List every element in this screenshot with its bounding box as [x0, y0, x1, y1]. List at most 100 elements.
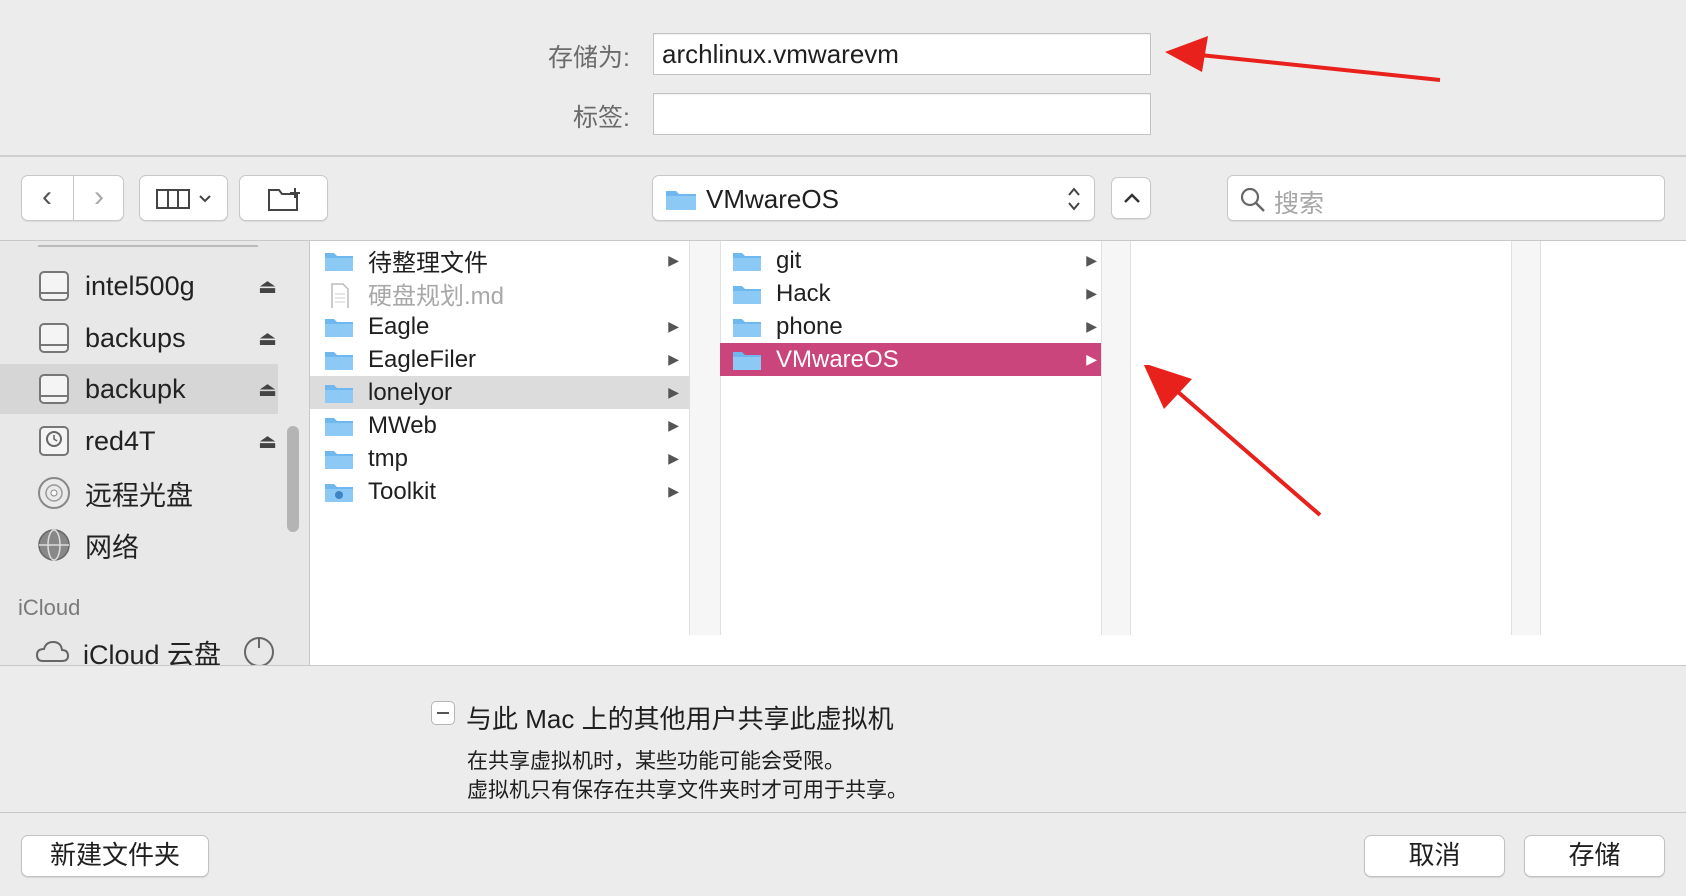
eject-icon[interactable]: ⏏	[258, 274, 277, 299]
share-checkbox[interactable]	[431, 701, 455, 725]
network-icon	[38, 529, 70, 561]
view-mode-button[interactable]	[139, 175, 228, 221]
folder-icon	[733, 318, 761, 337]
share-checkbox-label[interactable]: 与此 Mac 上的其他用户共享此虚拟机	[466, 699, 894, 736]
folder-icon	[325, 351, 353, 370]
share-note-line-2: 虚拟机只有保存在共享文件夹时才可用于共享。	[467, 779, 908, 802]
sidebar-item-label: backupk	[85, 373, 186, 404]
folder-icon	[325, 450, 353, 469]
sidebar-item-label: 网络	[85, 532, 139, 563]
item-label: EagleFiler	[368, 345, 477, 373]
list-item[interactable]: git ▶	[720, 244, 1101, 277]
list-item[interactable]: phone ▶	[720, 310, 1101, 343]
column-divider	[689, 241, 721, 635]
disclosure-arrow-icon: ▶	[668, 483, 679, 499]
bottom-divider	[0, 812, 1686, 813]
item-label: 待整理文件	[368, 250, 488, 277]
list-item[interactable]: 硬盘规划.md	[310, 277, 689, 310]
forward-button[interactable]: ›	[74, 177, 124, 217]
list-item[interactable]: tmp ▶	[310, 442, 689, 475]
folder-icon	[666, 191, 696, 210]
disclosure-arrow-icon: ▶	[668, 417, 679, 433]
item-label: 硬盘规划.md	[368, 283, 505, 310]
list-item[interactable]: Toolkit ▶	[310, 475, 689, 508]
sidebar-scrollbar[interactable]	[287, 426, 299, 532]
disclosure-arrow-icon: ▶	[668, 351, 679, 367]
new-folder-button[interactable]: 新建文件夹	[21, 835, 209, 877]
sidebar-item-red4t[interactable]: red4T ⏏	[37, 415, 277, 467]
disclosure-arrow-icon: ▶	[668, 252, 679, 268]
new-folder-toolbar-button[interactable]	[239, 175, 328, 221]
annotation-arrow-to-filename	[1165, 36, 1441, 82]
disclosure-arrow-icon: ▶	[668, 450, 679, 466]
column-2: git ▶ Hack ▶ phone ▶ VMwareOS ▶	[720, 244, 1101, 376]
eject-icon[interactable]: ⏏	[258, 377, 277, 402]
sidebar-item-label: backups	[85, 322, 186, 353]
sidebar-item-partial	[38, 241, 258, 247]
path-popup-label: VMwareOS	[706, 184, 839, 214]
item-label: MWeb	[368, 411, 437, 439]
sidebar-item-label: 远程光盘	[85, 480, 193, 511]
document-icon	[331, 282, 349, 308]
cloud-icon	[35, 640, 69, 662]
eject-icon[interactable]: ⏏	[258, 429, 277, 454]
annotation-arrow-to-folder	[1143, 365, 1322, 517]
sidebar-item-backups[interactable]: backups ⏏	[37, 312, 277, 364]
sidebar-section-icloud: iCloud	[18, 595, 81, 620]
back-button[interactable]: ‹	[22, 177, 72, 217]
folder-icon	[325, 417, 353, 436]
sidebar-item-network[interactable]: 网络	[37, 519, 277, 571]
item-label: Hack	[776, 279, 831, 307]
folder-icon	[325, 318, 353, 337]
save-button[interactable]: 存储	[1524, 835, 1665, 877]
path-popup[interactable]: VMwareOS	[652, 175, 1095, 221]
folder-icon	[733, 351, 761, 370]
list-item[interactable]: 待整理文件 ▶	[310, 244, 689, 277]
sidebar-item-label: intel500g	[85, 270, 195, 301]
cancel-button[interactable]: 取消	[1364, 835, 1505, 877]
search-input[interactable]: 搜索	[1227, 175, 1665, 221]
disclosure-arrow-icon: ▶	[668, 384, 679, 400]
drive-icon	[39, 323, 69, 353]
progress-circle-icon	[244, 637, 274, 665]
disc-icon	[38, 477, 70, 509]
sidebar-item-icloud-drive[interactable]: iCloud 云盘	[35, 626, 275, 665]
item-label: Toolkit	[368, 477, 437, 505]
collapse-button[interactable]	[1111, 177, 1151, 219]
eject-icon[interactable]: ⏏	[258, 326, 277, 351]
chevron-up-icon	[1124, 193, 1140, 203]
list-item[interactable]: Eagle ▶	[310, 310, 689, 343]
list-item[interactable]: EagleFiler ▶	[310, 343, 689, 376]
columns-view-icon	[156, 189, 190, 209]
list-item[interactable]: MWeb ▶	[310, 409, 689, 442]
search-icon	[1240, 187, 1265, 212]
folder-icon	[325, 252, 353, 271]
list-item-parent-selected[interactable]: lonelyor ▶	[310, 376, 689, 409]
checkbox-mixed-mark	[437, 712, 449, 714]
browser-bottom-divider	[0, 665, 1686, 666]
disclosure-arrow-icon: ▶	[1086, 252, 1097, 268]
updown-chevron-icon	[1068, 187, 1080, 211]
list-item-selected[interactable]: VMwareOS ▶	[720, 343, 1101, 376]
column-divider	[1511, 241, 1541, 635]
top-divider	[0, 155, 1686, 157]
folder-icon	[733, 285, 761, 304]
list-item[interactable]: Hack ▶	[720, 277, 1101, 310]
save-as-field[interactable]: archlinux.vmwarevm	[653, 33, 1151, 75]
tags-field[interactable]	[653, 93, 1151, 135]
folder-icon	[733, 252, 761, 271]
tags-label: 标签:	[573, 104, 630, 132]
item-label: Eagle	[368, 312, 430, 340]
new-folder-icon	[268, 188, 300, 211]
sidebar-item-label: red4T	[85, 425, 156, 456]
sidebar-item-label: iCloud 云盘	[83, 639, 222, 666]
app-folder-icon	[325, 483, 353, 502]
sidebar: intel500g ⏏ backups ⏏ backupk ⏏ red4T ⏏ …	[0, 241, 309, 665]
sidebar-item-backupk[interactable]: backupk ⏏	[37, 363, 277, 415]
back-forward-segment: ‹ ›	[21, 175, 124, 221]
sidebar-item-remote-disc[interactable]: 远程光盘	[37, 467, 277, 519]
item-label: tmp	[368, 444, 409, 472]
save-as-label: 存储为:	[548, 44, 630, 72]
disclosure-arrow-icon: ▶	[1086, 285, 1097, 301]
sidebar-item-intel500g[interactable]: intel500g ⏏	[37, 260, 277, 312]
